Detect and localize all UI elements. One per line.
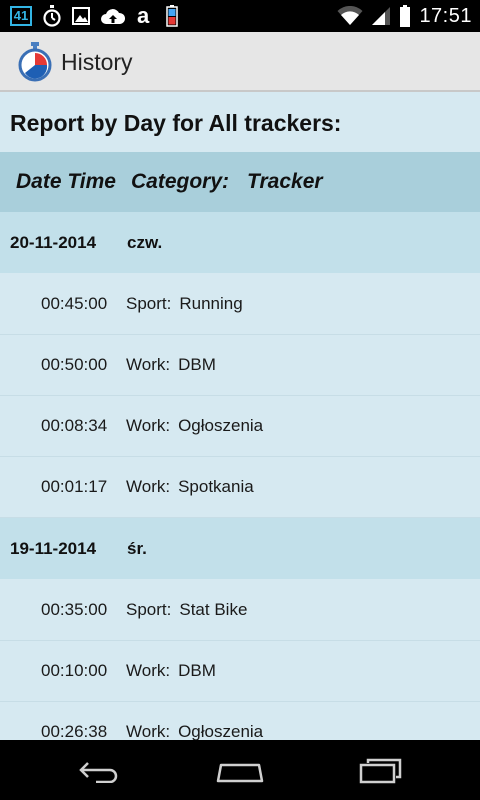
entry-category: Work:	[126, 477, 171, 496]
entry-row[interactable]: 00:50:00 Work: DBM	[0, 335, 480, 396]
entry-row[interactable]: 00:26:38 Work: Ogłoszenia	[0, 702, 480, 740]
home-button[interactable]	[210, 754, 270, 788]
status-bar-notifications: 41 a	[10, 5, 178, 27]
day-date: 19-11-2014	[10, 538, 97, 558]
app-a-icon: a	[137, 6, 150, 26]
entry-row[interactable]: 00:45:00 Sport: Running	[0, 274, 480, 335]
stopwatch-pie-icon[interactable]	[18, 42, 52, 82]
image-icon	[72, 7, 90, 25]
entry-tracker: Spotkania	[178, 477, 254, 496]
entry-tracker: Ogłoszenia	[178, 722, 264, 740]
day-weekday: śr.	[127, 538, 147, 558]
back-button[interactable]	[70, 754, 130, 788]
action-bar: History	[0, 32, 480, 92]
day-date: 20-11-2014	[10, 232, 97, 252]
history-report[interactable]: Report by Day for All trackers: Date Tim…	[0, 92, 480, 740]
entry-category: Work:	[126, 661, 171, 680]
header-tracker: Tracker	[247, 170, 323, 193]
entry-category: Work:	[126, 355, 171, 374]
entry-tracker: Ogłoszenia	[178, 416, 264, 435]
cloud-upload-icon	[101, 9, 126, 24]
entry-duration: 00:45:00	[41, 294, 108, 313]
recent-apps-button[interactable]	[350, 754, 410, 788]
entry-category: Work:	[126, 416, 171, 435]
notification-count-icon: 41	[10, 6, 32, 26]
entry-duration: 00:35:00	[41, 600, 108, 619]
cellular-signal-icon	[372, 7, 391, 25]
status-bar: 41 a 17:51	[0, 0, 480, 32]
status-bar-system: 17:51	[337, 4, 472, 28]
entry-tracker: DBM	[178, 355, 216, 374]
column-header-row: Date Time Category: Tracker	[0, 152, 480, 212]
entry-duration: 00:10:00	[41, 661, 108, 680]
day-row[interactable]: 20-11-2014 czw.	[0, 212, 480, 274]
stopwatch-icon	[43, 5, 61, 27]
wifi-icon	[337, 6, 363, 25]
day-weekday: czw.	[127, 232, 163, 252]
page-title: History	[61, 49, 133, 75]
entry-category: Sport:	[126, 294, 172, 313]
navigation-bar	[0, 740, 480, 800]
day-row[interactable]: 19-11-2014 śr.	[0, 518, 480, 580]
clock: 17:51	[419, 4, 472, 27]
header-category: Category:	[131, 170, 230, 193]
entry-tracker: Running	[179, 294, 243, 313]
svg-text:a: a	[137, 6, 150, 26]
entry-row[interactable]: 00:35:00 Sport: Stat Bike	[0, 580, 480, 641]
entry-category: Sport:	[126, 600, 172, 619]
entry-tracker: DBM	[178, 661, 216, 680]
battery-icon	[400, 5, 411, 27]
entry-tracker: Stat Bike	[179, 600, 248, 619]
header-date-time: Date Time	[16, 170, 116, 193]
entry-duration: 00:08:34	[41, 416, 108, 435]
entry-duration: 00:50:00	[41, 355, 108, 374]
entry-category: Work:	[126, 722, 171, 740]
entry-row[interactable]: 00:10:00 Work: DBM	[0, 641, 480, 702]
battery-saver-icon	[166, 5, 178, 27]
home-icon	[216, 763, 264, 783]
entry-duration: 00:01:17	[41, 477, 108, 496]
recent-apps-icon	[359, 758, 402, 784]
entry-row[interactable]: 00:01:17 Work: Spotkania	[0, 457, 480, 518]
report-title: Report by Day for All trackers:	[10, 110, 342, 136]
entry-row[interactable]: 00:08:34 Work: Ogłoszenia	[0, 396, 480, 457]
entry-duration: 00:26:38	[41, 722, 108, 740]
back-icon	[79, 762, 118, 783]
